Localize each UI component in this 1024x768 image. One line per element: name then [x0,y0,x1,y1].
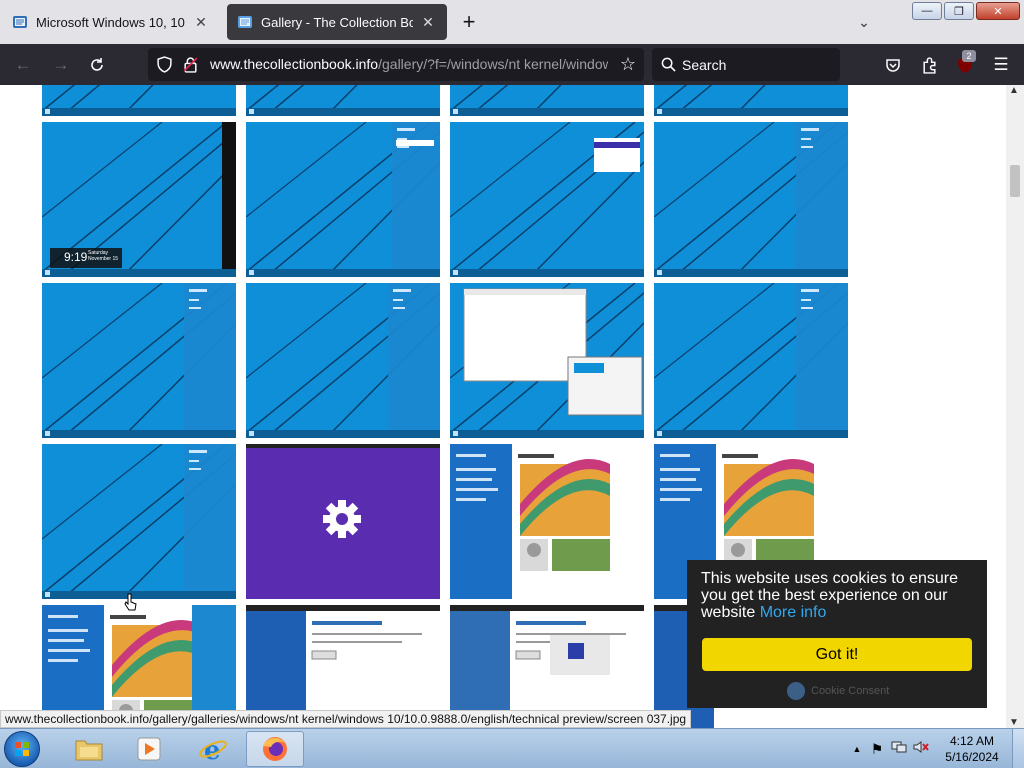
internet-explorer-taskbar-button[interactable]: e [184,731,242,767]
more-info-link[interactable]: More info [760,604,827,621]
folder-icon [75,740,103,761]
clock-time: 4:12 AM [949,734,995,748]
reload-icon[interactable] [84,52,110,78]
search-input[interactable]: Search [652,48,840,81]
minimize-button[interactable]: — [912,2,942,20]
address-bar[interactable]: www.thecollectionbook.info/gallery/?f=/w… [148,48,644,81]
back-arrow-icon[interactable]: ← [10,52,36,78]
network-icon[interactable] [888,740,910,759]
firefox-taskbar-button[interactable] [246,731,304,767]
cookie-icon [787,682,805,700]
taskbar-clock[interactable]: 4:12 AM 5/16/2024 [932,733,1012,765]
close-tab-icon[interactable]: ✕ [192,13,210,31]
svg-text:e: e [204,736,221,764]
scroll-up-arrow-icon[interactable]: ▲ [1009,85,1019,96]
gallery-thumbnail[interactable] [246,122,440,277]
hamburger-menu-icon[interactable]: ☰ [988,52,1014,78]
cookie-message: This website uses cookies to ensure you … [701,570,959,621]
tab-title: Gallery - The Collection Book [261,14,413,30]
gallery-thumbnail[interactable] [654,122,848,277]
got-it-button[interactable]: Got it! [702,638,972,671]
windows-logo-icon [15,742,29,756]
scrollbar-thumb[interactable] [1010,165,1020,197]
gallery-thumbnail[interactable]: 9:19 Saturday November 15 [42,122,236,277]
new-tab-button[interactable]: + [456,10,482,36]
extensions-puzzle-icon[interactable] [916,52,942,78]
gallery-thumbnail[interactable] [450,444,644,599]
firefox-icon [263,737,287,761]
url-text[interactable]: www.thecollectionbook.info/gallery/?f=/w… [210,56,608,72]
search-icon [661,57,676,72]
extension-badge: 2 [962,50,976,62]
taskbar: e ▲ ⚑ 4:12 AM 5/16/2024 [0,728,1024,768]
lockscreen-date: Saturday November 15 [88,250,119,262]
scroll-down-arrow-icon[interactable]: ▼ [1009,717,1019,728]
pocket-icon[interactable] [880,52,906,78]
window-controls: — ❐ ✕ [912,2,1020,20]
volume-muted-icon[interactable] [910,740,932,759]
close-tab-icon[interactable]: ✕ [419,13,437,31]
action-center-flag-icon[interactable]: ⚑ [866,741,888,758]
media-player-icon [137,737,161,761]
tab-strip: Microsoft Windows 10, 10.0.9888.0 ✕ Gall… [0,0,1024,44]
tab-gallery[interactable]: Gallery - The Collection Book ✕ [227,4,447,40]
gallery-thumbnail[interactable] [246,85,440,116]
file-explorer-taskbar-button[interactable] [60,731,118,767]
system-tray: ▲ ⚑ 4:12 AM 5/16/2024 [848,729,1024,768]
nav-toolbar: ← → www.thecollectionbook.info/gallery/?… [0,44,1024,85]
link-status-bar: www.thecollectionbook.info/gallery/galle… [0,710,692,728]
show-hidden-icons-icon[interactable]: ▲ [848,744,866,754]
gallery-thumbnail[interactable] [450,283,644,438]
clock-date: 5/16/2024 [945,750,999,764]
vertical-scrollbar[interactable]: ▲ ▼ [1006,85,1024,728]
gallery-thumbnail[interactable] [450,85,644,116]
bookmark-star-icon[interactable]: ☆ [620,54,636,75]
gallery-thumbnail[interactable] [246,283,440,438]
gallery-thumbnail[interactable] [42,444,236,599]
gallery-thumbnail[interactable] [42,283,236,438]
close-window-button[interactable]: ✕ [976,2,1020,20]
shield-icon[interactable] [156,56,173,73]
show-desktop-button[interactable] [1012,729,1024,768]
forward-arrow-icon[interactable]: → [48,52,74,78]
lockscreen-time: 9:19 [64,250,88,264]
restore-button[interactable]: ❐ [944,2,974,20]
book-favicon-icon [13,16,27,28]
media-player-taskbar-button[interactable] [120,731,178,767]
list-all-tabs-chevron-icon[interactable]: ⌄ [852,10,876,34]
mouse-cursor-icon [124,593,138,613]
lock-warning-icon[interactable] [182,56,199,73]
start-button[interactable] [4,731,40,767]
tab-title: Microsoft Windows 10, 10.0.9888.0 [36,14,186,30]
cookie-consent-brand: Cookie Consent [787,682,889,700]
gallery-thumbnail[interactable] [246,444,440,599]
book-favicon-icon [238,16,252,28]
internet-explorer-icon: e [199,736,227,764]
cookie-banner: This website uses cookies to ensure you … [687,560,987,708]
gallery-page: 9:19 Saturday November 15 This website use… [0,85,1006,728]
gallery-thumbnail[interactable] [654,85,848,116]
gallery-thumbnail[interactable] [654,283,848,438]
gallery-thumbnail[interactable] [450,122,644,277]
tab-windows10[interactable]: Microsoft Windows 10, 10.0.9888.0 ✕ [2,4,220,40]
gallery-thumbnail[interactable] [42,85,236,116]
